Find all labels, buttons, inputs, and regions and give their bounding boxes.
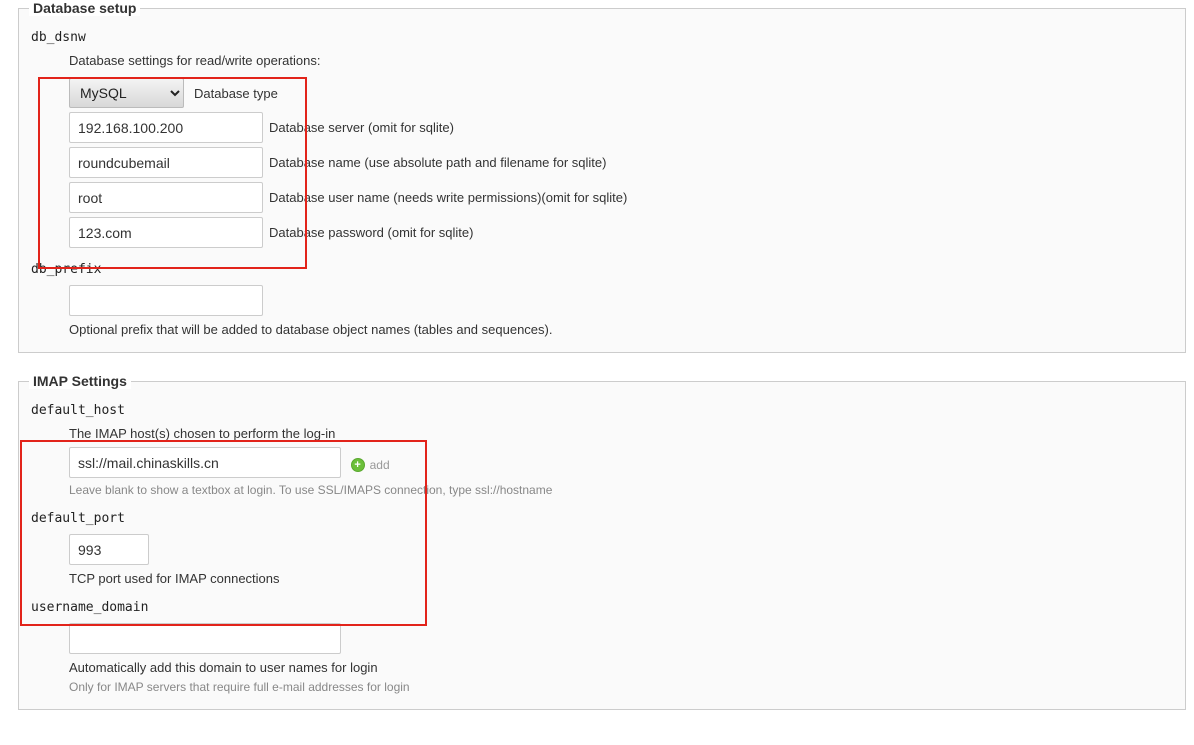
default-host-block: default_host The IMAP host(s) chosen to …	[29, 403, 1175, 497]
db-pass-input[interactable]	[69, 217, 263, 248]
username-domain-hint: Only for IMAP servers that require full …	[69, 680, 1175, 694]
db-name-input[interactable]	[69, 147, 263, 178]
db-name-label: Database name (use absolute path and fil…	[269, 155, 606, 170]
imap-settings-legend: IMAP Settings	[29, 373, 131, 389]
username-domain-input[interactable]	[69, 623, 341, 654]
db-server-label: Database server (omit for sqlite)	[269, 120, 454, 135]
db-prefix-input[interactable]	[69, 285, 263, 316]
default-port-block: default_port TCP port used for IMAP conn…	[29, 511, 1175, 586]
db-dsnw-block: db_dsnw Database settings for read/write…	[29, 30, 1175, 248]
database-setup-fieldset: Database setup db_dsnw Database settings…	[18, 0, 1186, 353]
add-host-label: add	[370, 458, 390, 472]
add-host-button[interactable]: add	[351, 458, 390, 472]
db-type-select[interactable]: MySQL	[69, 78, 184, 108]
db-prefix-desc: Optional prefix that will be added to da…	[69, 322, 1175, 337]
db-pass-label: Database password (omit for sqlite)	[269, 225, 473, 240]
default-host-name: default_host	[31, 403, 1175, 418]
username-domain-content: Automatically add this domain to user na…	[69, 623, 1175, 694]
db-dsnw-name: db_dsnw	[31, 30, 1175, 45]
default-port-name: default_port	[31, 511, 1175, 526]
username-domain-desc: Automatically add this domain to user na…	[69, 660, 1175, 675]
database-setup-legend: Database setup	[29, 0, 140, 16]
db-pass-row: Database password (omit for sqlite)	[69, 217, 1175, 248]
plus-icon	[351, 458, 365, 472]
default-host-content: The IMAP host(s) chosen to perform the l…	[69, 426, 1175, 497]
db-server-input[interactable]	[69, 112, 263, 143]
username-domain-block: username_domain Automatically add this d…	[29, 600, 1175, 694]
db-user-input[interactable]	[69, 182, 263, 213]
default-host-input[interactable]	[69, 447, 341, 478]
db-user-label: Database user name (needs write permissi…	[269, 190, 627, 205]
page-container: Database setup db_dsnw Database settings…	[0, 0, 1194, 710]
default-port-desc: TCP port used for IMAP connections	[69, 571, 1175, 586]
username-domain-name: username_domain	[31, 600, 1175, 615]
default-host-hint: Leave blank to show a textbox at login. …	[69, 483, 1175, 497]
default-host-intro: The IMAP host(s) chosen to perform the l…	[69, 426, 1175, 441]
db-name-row: Database name (use absolute path and fil…	[69, 147, 1175, 178]
db-server-row: Database server (omit for sqlite)	[69, 112, 1175, 143]
default-port-input[interactable]	[69, 534, 149, 565]
db-user-row: Database user name (needs write permissi…	[69, 182, 1175, 213]
db-prefix-name: db_prefix	[31, 262, 1175, 277]
db-prefix-content: Optional prefix that will be added to da…	[69, 285, 1175, 337]
db-type-label: Database type	[194, 86, 278, 101]
db-type-row: MySQL Database type	[69, 78, 1175, 108]
db-dsnw-intro: Database settings for read/write operati…	[69, 53, 1175, 68]
db-prefix-block: db_prefix Optional prefix that will be a…	[29, 262, 1175, 337]
imap-settings-fieldset: IMAP Settings default_host The IMAP host…	[18, 373, 1186, 710]
db-dsnw-content: Database settings for read/write operati…	[69, 53, 1175, 248]
default-port-content: TCP port used for IMAP connections	[69, 534, 1175, 586]
